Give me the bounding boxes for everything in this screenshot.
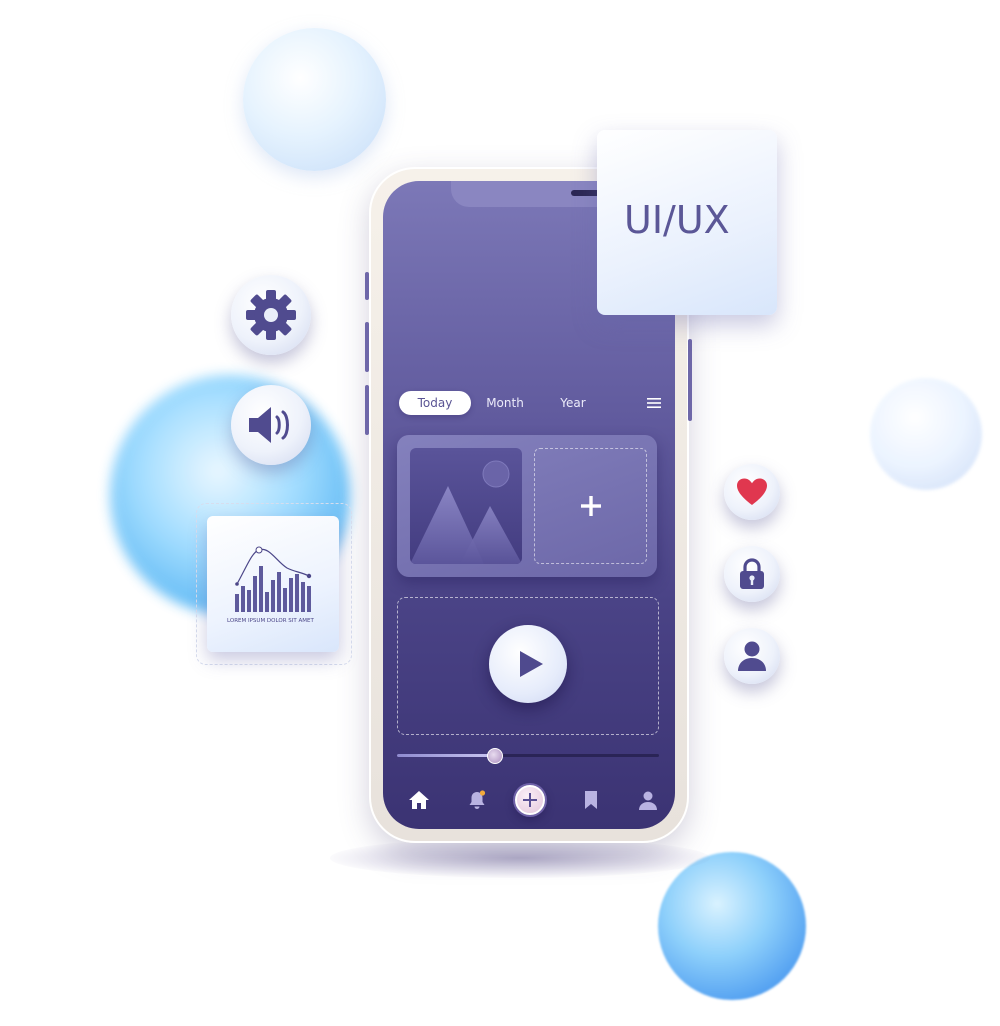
bottom-nav [383, 781, 675, 821]
image-icon [410, 460, 522, 564]
settings-button[interactable] [231, 275, 311, 355]
play-button[interactable] [489, 625, 567, 703]
gear-icon [246, 290, 296, 340]
chart-caption: LOREM IPSUM DOLOR SIT AMET [227, 618, 314, 624]
decorative-sphere-right [870, 378, 982, 490]
hamburger-menu-icon[interactable] [647, 396, 661, 410]
uiux-label: UI/UX [624, 198, 730, 242]
heart-icon [737, 478, 767, 505]
image-placeholder[interactable] [410, 448, 522, 564]
volume-button[interactable] [231, 385, 311, 465]
decorative-sphere-top [243, 28, 386, 171]
plus-icon [523, 793, 537, 807]
favorite-button[interactable] [724, 464, 780, 520]
phone-side-button [365, 322, 369, 372]
user-icon[interactable] [637, 789, 659, 811]
phone-side-button [365, 385, 369, 435]
plus-icon [581, 496, 601, 516]
phone-shadow [330, 838, 710, 878]
notification-dot [479, 790, 486, 796]
speaker-icon [249, 407, 289, 443]
tab-month[interactable]: Month [477, 391, 533, 415]
progress-slider[interactable] [397, 748, 659, 764]
uiux-card: UI/UX [597, 130, 777, 315]
user-icon [738, 641, 766, 671]
profile-button[interactable] [724, 628, 780, 684]
video-player [397, 597, 659, 735]
phone-side-button [365, 272, 369, 300]
home-icon[interactable] [408, 789, 430, 811]
progress-fill [397, 754, 494, 757]
add-media-tile[interactable] [534, 448, 647, 564]
decorative-sphere-bottom [658, 852, 806, 1000]
media-card [397, 435, 657, 577]
bookmark-icon[interactable] [580, 789, 602, 811]
bar-chart-icon [235, 546, 312, 612]
tab-year[interactable]: Year [551, 391, 595, 415]
tab-today[interactable]: Today [399, 391, 471, 415]
phone-power-button [688, 339, 692, 421]
chart-card[interactable]: LOREM IPSUM DOLOR SIT AMET [207, 516, 339, 652]
play-icon [520, 651, 543, 677]
progress-thumb[interactable] [486, 748, 503, 764]
add-button[interactable] [515, 785, 545, 815]
lock-icon [740, 558, 764, 589]
period-tabs: Today Month Year [399, 391, 663, 417]
lock-button[interactable] [724, 546, 780, 602]
bell-icon[interactable] [466, 789, 488, 811]
